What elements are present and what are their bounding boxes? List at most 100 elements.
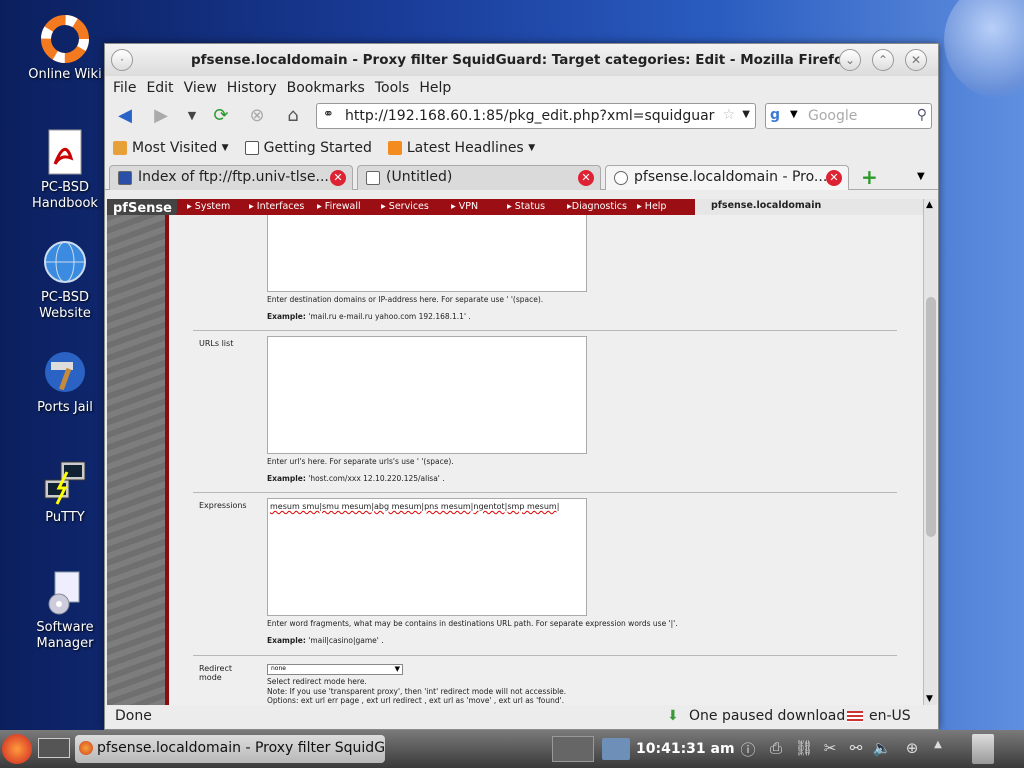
redirect-mode-select[interactable]: none ▼ bbox=[267, 664, 403, 675]
expressions-textarea[interactable]: mesum smu|smu mesum|abg mesum|pns mesum|… bbox=[267, 498, 587, 616]
urls-example: Example: 'host.com/xxx 12.10.220.125/ali… bbox=[267, 474, 445, 483]
desktop-icon-label: PuTTY bbox=[45, 510, 85, 525]
urls-list-textarea[interactable] bbox=[267, 336, 587, 454]
file-manager-icon[interactable] bbox=[602, 738, 630, 760]
volume-icon[interactable]: 🔈 bbox=[872, 739, 892, 759]
menu-history[interactable]: History bbox=[227, 80, 277, 96]
show-desktop-icon[interactable] bbox=[38, 738, 70, 758]
forward-icon[interactable]: ▶ bbox=[149, 105, 173, 127]
page-scrollbar[interactable]: ▲ ▼ bbox=[923, 199, 937, 705]
menu-help[interactable]: Help bbox=[419, 80, 451, 96]
history-dropdown-icon[interactable]: ▼ bbox=[180, 105, 204, 127]
google-engine-icon[interactable]: g bbox=[770, 107, 780, 123]
window-title: pfsense.localdomain - Proxy filter Squid… bbox=[191, 52, 852, 68]
tab-close-icon[interactable]: ✕ bbox=[330, 170, 346, 186]
pf-menu-vpn[interactable]: ▸ VPN bbox=[451, 201, 478, 212]
ftp-favicon-icon bbox=[118, 171, 132, 185]
pf-menu-system[interactable]: ▸ System bbox=[187, 201, 230, 212]
tab-close-icon[interactable]: ✕ bbox=[578, 170, 594, 186]
expressions-example: Example: 'mail|casino|game' . bbox=[267, 636, 384, 645]
hammer-icon bbox=[41, 348, 89, 396]
bookmark-most-visited[interactable]: Most Visited ▼ bbox=[113, 140, 229, 156]
desktop-icon-online-wiki[interactable]: Online Wiki bbox=[20, 15, 110, 83]
tab-pfsense[interactable]: pfsense.localdomain - Pro... ✕ bbox=[605, 165, 849, 190]
tab-ftp-index[interactable]: Index of ftp://ftp.univ-tlse... ✕ bbox=[109, 165, 353, 190]
chevron-down-icon: ▼ bbox=[394, 665, 400, 673]
navigation-toolbar: ◀ ▶ ▼ ⟳ ⊗ ⌂ ⚭ http://192.168.60.1:85/pkg… bbox=[105, 100, 938, 132]
desktop-icon-ports-jail[interactable]: Ports Jail bbox=[20, 348, 110, 416]
scroll-down-icon[interactable]: ▼ bbox=[926, 694, 933, 704]
stop-icon[interactable]: ⊗ bbox=[245, 105, 269, 127]
back-icon[interactable]: ◀ bbox=[113, 105, 137, 127]
close-icon[interactable]: ✕ bbox=[905, 49, 927, 71]
pf-menu-diagnostics[interactable]: ▸Diagnostics bbox=[567, 201, 627, 212]
minimize-icon[interactable]: ⌄ bbox=[839, 49, 861, 71]
pf-menu-interfaces[interactable]: ▸ Interfaces bbox=[249, 201, 304, 212]
pf-menu-firewall[interactable]: ▸ Firewall bbox=[317, 201, 361, 212]
bookmark-label: Most Visited bbox=[132, 140, 218, 156]
engine-dropdown-icon[interactable]: ▼ bbox=[790, 109, 798, 120]
tray-expand-icon[interactable]: ▲ bbox=[928, 739, 948, 759]
desktop-icon-label: Ports Jail bbox=[37, 400, 93, 415]
desktop-icon-label: Software Manager bbox=[36, 620, 94, 651]
url-text[interactable]: http://192.168.60.1:85/pkg_edit.php?xml=… bbox=[345, 108, 715, 124]
menu-file[interactable]: File bbox=[113, 80, 136, 96]
pf-menu-label: Help bbox=[644, 201, 667, 212]
domains-list-textarea[interactable] bbox=[267, 215, 587, 292]
bookmark-star-icon[interactable]: ☆ bbox=[722, 107, 735, 123]
pf-menu-services[interactable]: ▸ Services bbox=[381, 201, 429, 212]
search-bar[interactable]: g ▼ Google ⚲ bbox=[765, 103, 932, 129]
info-icon[interactable]: ⓘ bbox=[738, 739, 758, 759]
klipper-icon[interactable]: ⚯ bbox=[846, 739, 866, 759]
network-icon[interactable]: ⛓ bbox=[794, 739, 814, 759]
window-titlebar[interactable]: · pfsense.localdomain - Proxy filter Squ… bbox=[105, 44, 938, 76]
desktop-icon-pcbsd-handbook[interactable]: PC-BSD Handbook bbox=[20, 128, 110, 212]
pfsense-navbar: pfSense ▸ System ▸ Interfaces ▸ Firewall… bbox=[107, 199, 923, 219]
example-text: 'host.com/xxx 12.10.220.125/alisa' . bbox=[308, 474, 445, 483]
example-label: Example: bbox=[267, 474, 306, 483]
taskbar: pfsense.localdomain - Proxy filter Squid… bbox=[0, 730, 1024, 768]
url-bar[interactable]: ⚭ http://192.168.60.1:85/pkg_edit.php?xm… bbox=[316, 103, 756, 129]
lifebuoy-icon bbox=[41, 15, 89, 63]
search-icon[interactable]: ⚲ bbox=[917, 107, 927, 123]
locale-indicator[interactable]: en-US bbox=[869, 708, 911, 724]
menu-bookmarks[interactable]: Bookmarks bbox=[287, 80, 365, 96]
clock[interactable]: 10:41:31 am bbox=[636, 741, 735, 757]
scrollbar-thumb[interactable] bbox=[926, 297, 936, 537]
desktop-icon-pcbsd-website[interactable]: PC-BSD Website bbox=[20, 238, 110, 322]
bookmark-latest-headlines[interactable]: Latest Headlines ▼ bbox=[387, 140, 535, 156]
download-status[interactable]: One paused download bbox=[689, 708, 845, 724]
bookmark-getting-started[interactable]: Getting Started bbox=[244, 140, 372, 156]
redirect-hint-2: Note: If you use 'transparent proxy', th… bbox=[267, 687, 567, 696]
pf-menu-status[interactable]: ▸ Status bbox=[507, 201, 545, 212]
pfsense-favicon-icon bbox=[614, 171, 628, 185]
home-icon[interactable]: ⌂ bbox=[281, 105, 305, 127]
pf-menu-help[interactable]: ▸ Help bbox=[637, 201, 666, 212]
url-dropdown-icon[interactable]: ▼ bbox=[742, 109, 750, 120]
maximize-icon[interactable]: ⌃ bbox=[872, 49, 894, 71]
scroll-up-icon[interactable]: ▲ bbox=[926, 200, 933, 210]
network-globe-icon[interactable]: ⊕ bbox=[902, 739, 922, 759]
expressions-value[interactable]: mesum smu|smu mesum|abg mesum|pns mesum|… bbox=[270, 502, 559, 511]
tab-untitled[interactable]: (Untitled) ✕ bbox=[357, 165, 601, 190]
rss-icon bbox=[387, 141, 402, 155]
start-menu-icon[interactable] bbox=[2, 734, 32, 764]
tab-list-icon[interactable]: ▼ bbox=[917, 171, 925, 182]
browser-window: · pfsense.localdomain - Proxy filter Squ… bbox=[104, 43, 939, 730]
desktop-icon-putty[interactable]: PuTTY bbox=[20, 458, 110, 526]
reload-icon[interactable]: ⟳ bbox=[209, 105, 233, 127]
trash-icon[interactable] bbox=[972, 734, 994, 764]
tab-close-icon[interactable]: ✕ bbox=[826, 170, 842, 186]
site-identity-icon[interactable]: ⚭ bbox=[323, 107, 334, 122]
new-tab-icon[interactable]: + bbox=[861, 165, 878, 189]
taskbar-firefox-window[interactable]: pfsense.localdomain - Proxy filter Squid… bbox=[75, 735, 385, 763]
pf-menu-label: Diagnostics bbox=[571, 201, 627, 212]
menu-edit[interactable]: Edit bbox=[146, 80, 173, 96]
virtual-desktop-pager[interactable] bbox=[552, 736, 594, 762]
desktop-icon-software-manager[interactable]: Software Manager bbox=[20, 568, 110, 652]
menu-view[interactable]: View bbox=[184, 80, 217, 96]
scissors-icon[interactable]: ✂ bbox=[820, 739, 840, 759]
redirect-hint-3: Options: ext url err page , ext url redi… bbox=[267, 696, 565, 705]
printer-icon[interactable]: ⎙ bbox=[766, 739, 786, 759]
menu-tools[interactable]: Tools bbox=[375, 80, 410, 96]
